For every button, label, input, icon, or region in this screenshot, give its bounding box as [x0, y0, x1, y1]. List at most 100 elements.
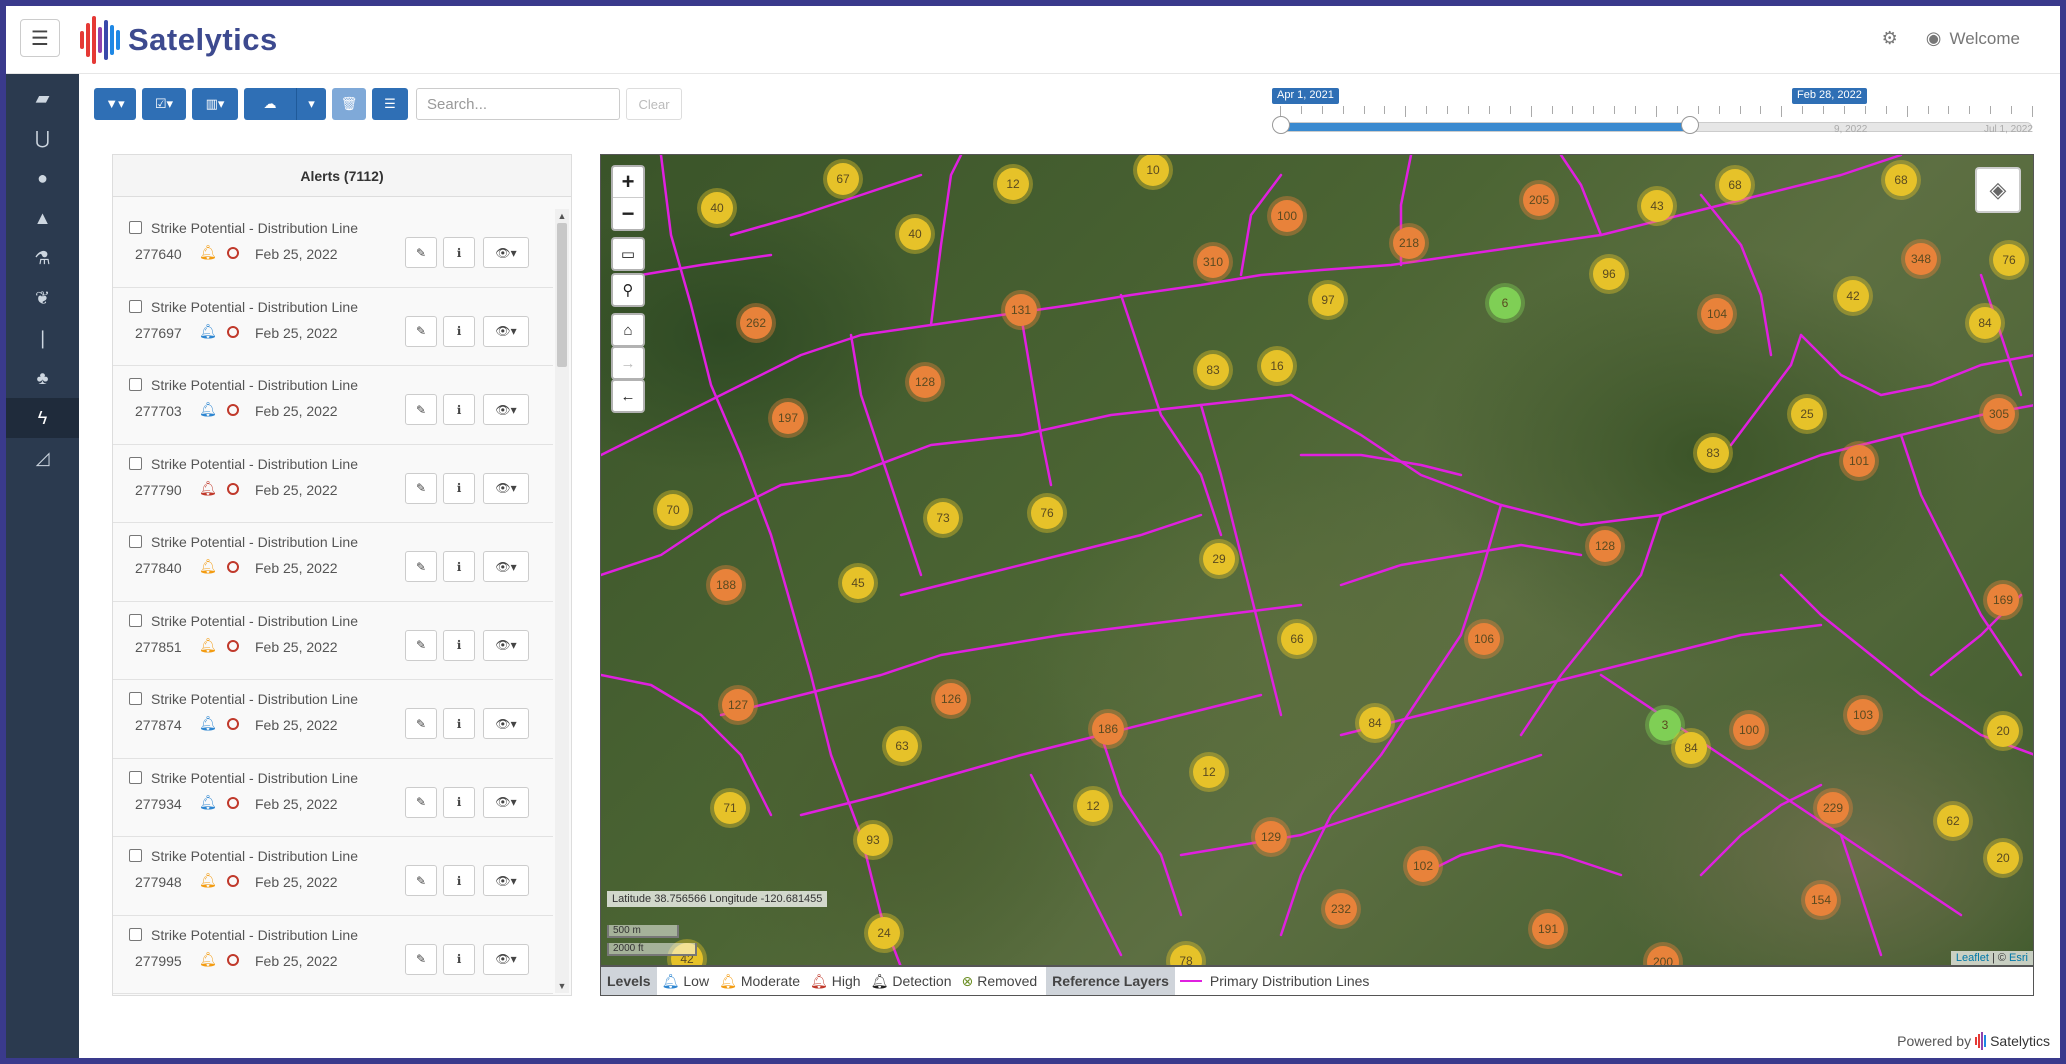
- zoom-in-button[interactable]: +: [613, 167, 643, 198]
- esri-link[interactable]: Esri: [2009, 952, 2028, 964]
- list-view-button[interactable]: ☰: [372, 88, 408, 120]
- alert-checkbox[interactable]: [129, 456, 142, 470]
- cluster-marker[interactable]: 102: [1403, 846, 1443, 886]
- map-view[interactable]: 67 10 12 40 100 205 43 68 68 40 310 218 96 348 76 97 6 42…: [600, 154, 2034, 966]
- cluster-marker[interactable]: 12: [1189, 752, 1229, 792]
- forward-button[interactable]: →: [611, 346, 645, 380]
- sidebar-item-warnings[interactable]: ▲: [6, 198, 79, 238]
- cluster-marker[interactable]: 100: [1729, 710, 1769, 750]
- back-button[interactable]: ←: [611, 379, 645, 413]
- alert-item[interactable]: Strike Potential - Distribution Line 277…: [113, 680, 553, 759]
- cluster-marker[interactable]: 71: [710, 788, 750, 828]
- sidebar-item-trees[interactable]: ♣: [6, 358, 79, 398]
- alert-checkbox[interactable]: [129, 692, 142, 705]
- alert-checkbox[interactable]: [129, 378, 142, 391]
- cluster-marker[interactable]: 84: [1671, 728, 1711, 768]
- cluster-marker[interactable]: 188: [706, 565, 746, 605]
- cluster-marker[interactable]: 310: [1193, 242, 1233, 282]
- edit-alert-button[interactable]: ✎: [405, 708, 437, 739]
- alert-item[interactable]: Strike Potential - Distribution Line 277…: [113, 837, 553, 916]
- cluster-marker[interactable]: 101: [1839, 441, 1879, 481]
- select-button[interactable]: ☑▾: [142, 88, 186, 120]
- cluster-marker[interactable]: 131: [1001, 290, 1041, 330]
- app-logo[interactable]: Satelytics: [80, 12, 278, 68]
- settings-icon[interactable]: ⚙: [1882, 28, 1898, 49]
- sidebar-item-water[interactable]: ●: [6, 158, 79, 198]
- cluster-marker[interactable]: 63: [882, 726, 922, 766]
- alert-info-button[interactable]: ℹ: [443, 237, 475, 268]
- view-options-button[interactable]: 👁︎▾: [483, 551, 529, 582]
- alert-info-button[interactable]: ℹ: [443, 551, 475, 582]
- edit-alert-button[interactable]: ✎: [405, 315, 437, 347]
- view-options-button[interactable]: 👁︎▾: [483, 708, 529, 739]
- layers-control-button[interactable]: ◈: [1975, 167, 2021, 213]
- sidebar-item-temperature[interactable]: ❘: [6, 318, 79, 358]
- cluster-marker[interactable]: 205: [1519, 180, 1559, 220]
- zoom-out-button[interactable]: −: [613, 198, 643, 229]
- cluster-marker[interactable]: 40: [895, 214, 935, 254]
- cluster-marker[interactable]: 45: [838, 563, 878, 603]
- cluster-marker[interactable]: 6: [1485, 283, 1525, 323]
- cluster-marker[interactable]: 24: [864, 913, 904, 953]
- alert-item[interactable]: Strike Potential - Distribution Line 277…: [113, 916, 553, 994]
- sidebar-item-lightning[interactable]: ϟ: [6, 398, 79, 438]
- view-options-button[interactable]: 👁︎▾: [483, 237, 529, 268]
- timeline-start-handle[interactable]: [1272, 116, 1290, 134]
- alert-info-button[interactable]: ℹ: [443, 865, 475, 896]
- cluster-marker[interactable]: 20: [1983, 711, 2023, 751]
- view-options-button[interactable]: 👁︎▾: [483, 315, 529, 347]
- cluster-marker[interactable]: 16: [1257, 346, 1297, 386]
- view-options-button[interactable]: 👁︎▾: [483, 629, 529, 661]
- cluster-marker[interactable]: 70: [653, 490, 693, 530]
- cluster-marker[interactable]: 229: [1813, 788, 1853, 828]
- scroll-thumb[interactable]: [557, 223, 567, 367]
- sidebar-item-projects[interactable]: ▰: [6, 78, 79, 118]
- measure-button[interactable]: ▭: [611, 237, 645, 271]
- delete-button[interactable]: 🗑: [332, 88, 366, 120]
- alerts-scrollbar[interactable]: ▲ ▼: [555, 209, 569, 993]
- view-options-button[interactable]: 👁︎▾: [483, 865, 529, 896]
- alert-checkbox[interactable]: [129, 221, 142, 234]
- cluster-marker[interactable]: 104: [1697, 294, 1737, 334]
- cluster-marker[interactable]: 73: [923, 498, 963, 538]
- edit-alert-button[interactable]: ✎: [405, 472, 437, 504]
- edit-alert-button[interactable]: ✎: [405, 629, 437, 661]
- edit-alert-button[interactable]: ✎: [405, 943, 437, 975]
- cloud-dropdown-button[interactable]: ▾: [296, 88, 326, 120]
- cluster-marker[interactable]: 218: [1389, 223, 1429, 263]
- alert-checkbox[interactable]: [129, 613, 142, 627]
- cluster-marker[interactable]: 83: [1693, 433, 1733, 473]
- clear-button[interactable]: Clear: [626, 88, 682, 120]
- alert-checkbox[interactable]: [129, 849, 142, 862]
- alert-item[interactable]: Strike Potential - Distribution Line 277…: [113, 602, 553, 680]
- alert-item[interactable]: Strike Potential - Distribution Line 277…: [113, 523, 553, 602]
- edit-alert-button[interactable]: ✎: [405, 551, 437, 582]
- cluster-marker[interactable]: 103: [1843, 695, 1883, 735]
- alert-item[interactable]: Strike Potential - Distribution Line 277…: [113, 209, 553, 288]
- cluster-marker[interactable]: 169: [1983, 580, 2023, 620]
- cluster-marker[interactable]: 348: [1901, 239, 1941, 279]
- cluster-marker[interactable]: 186: [1088, 709, 1128, 749]
- cluster-marker[interactable]: 262: [736, 303, 776, 343]
- view-options-button[interactable]: 👁︎▾: [483, 786, 529, 818]
- cluster-marker[interactable]: 197: [768, 398, 808, 438]
- cluster-marker[interactable]: 83: [1193, 350, 1233, 390]
- edit-alert-button[interactable]: ✎: [405, 865, 437, 896]
- timeline-end-handle[interactable]: [1680, 116, 1699, 134]
- date-range-slider[interactable]: Apr 1, 2021 Feb 28, 2022 9, 2022 Jul 1, …: [1266, 88, 2036, 136]
- alert-info-button[interactable]: ℹ: [443, 472, 475, 504]
- alert-info-button[interactable]: ℹ: [443, 708, 475, 739]
- alert-info-button[interactable]: ℹ: [443, 786, 475, 818]
- cluster-marker[interactable]: 84: [1355, 703, 1395, 743]
- cluster-marker[interactable]: 232: [1321, 889, 1361, 929]
- view-options-button[interactable]: 👁︎▾: [483, 394, 529, 425]
- sidebar-item-magnet[interactable]: ⋃: [6, 118, 79, 158]
- search-input[interactable]: Search...: [416, 88, 620, 120]
- scroll-up-icon[interactable]: ▲: [555, 211, 569, 221]
- timeline-track[interactable]: [1280, 122, 2032, 132]
- alert-checkbox[interactable]: [129, 535, 142, 548]
- cluster-marker[interactable]: 42: [1833, 276, 1873, 316]
- scroll-down-icon[interactable]: ▼: [555, 981, 569, 991]
- cluster-marker[interactable]: 96: [1589, 254, 1629, 294]
- cluster-marker[interactable]: 29: [1199, 539, 1239, 579]
